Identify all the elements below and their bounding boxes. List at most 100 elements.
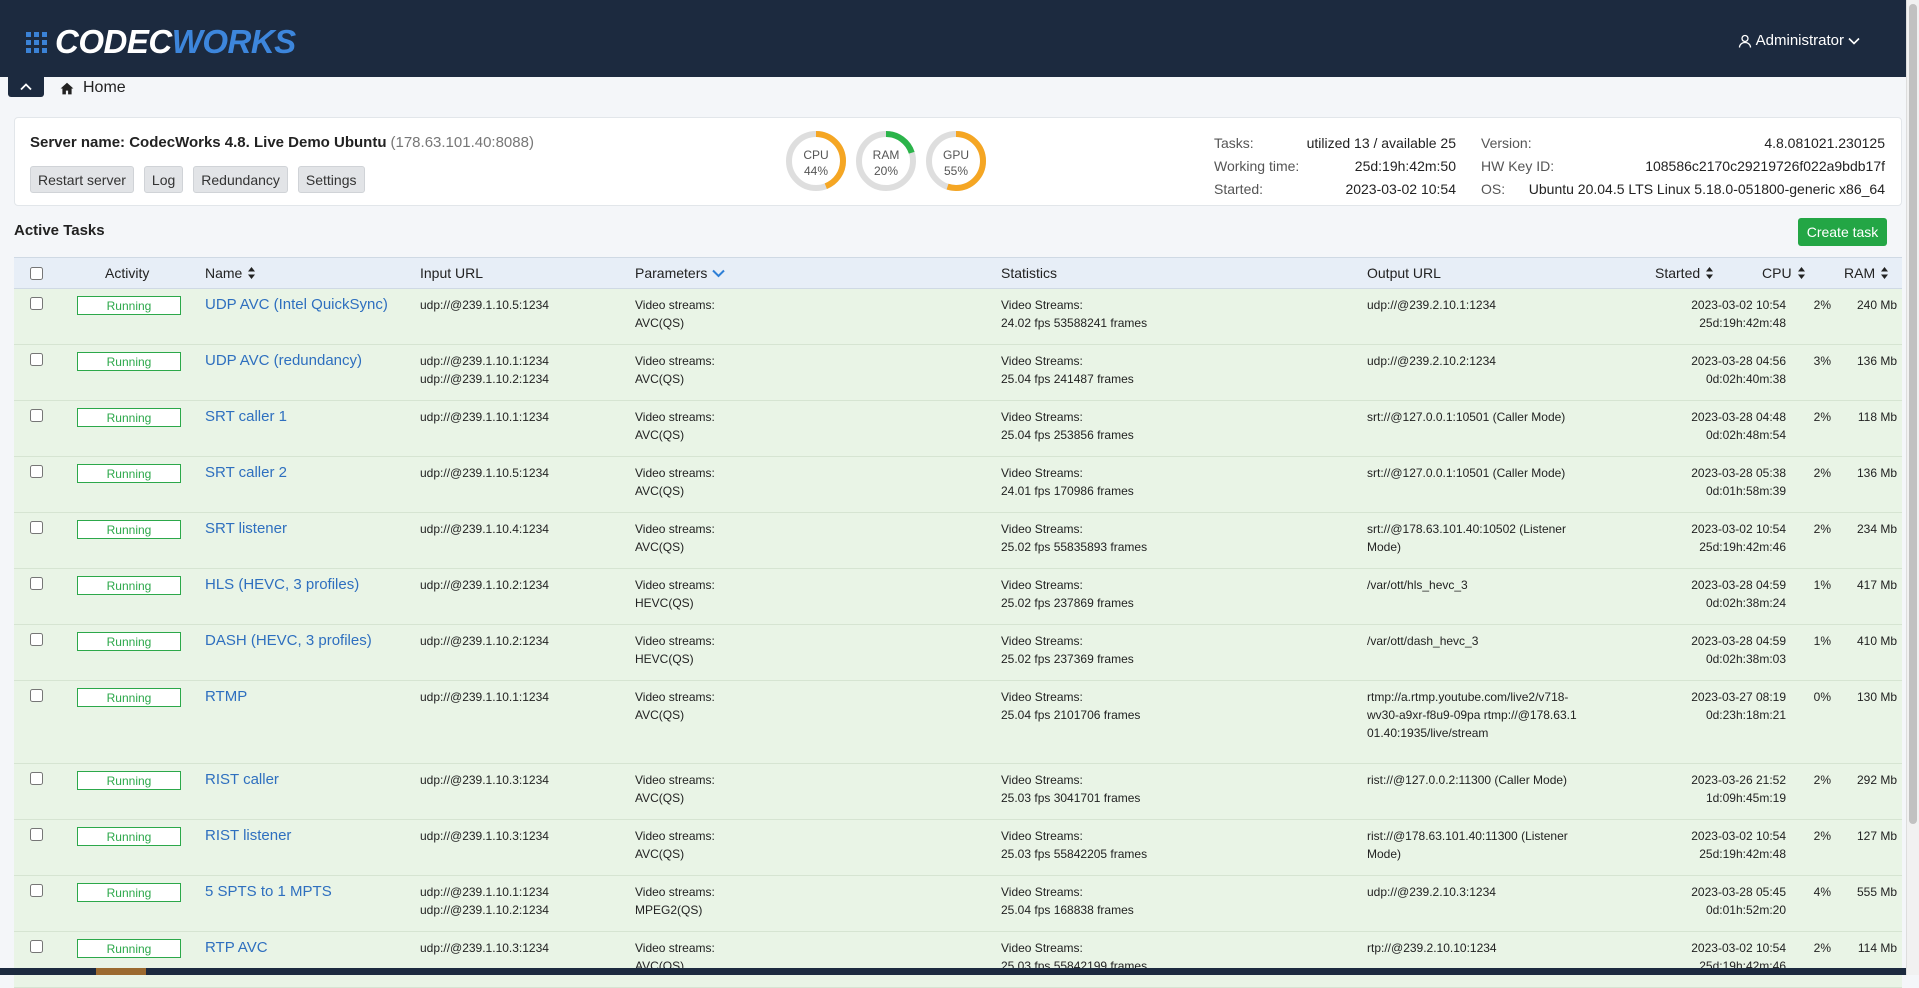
collapse-button[interactable] bbox=[8, 77, 44, 97]
task-name-link[interactable]: RIST caller bbox=[205, 771, 279, 789]
bottom-strip bbox=[0, 968, 1906, 975]
gpu-gauge: GPU 55% bbox=[924, 129, 988, 193]
table-row[interactable]: Running UDP AVC (Intel QuickSync) udp://… bbox=[14, 289, 1902, 345]
tasks-value: utilized 13 / available 25 bbox=[1306, 134, 1456, 151]
table-row[interactable]: Running RIST listener udp://@239.1.10.3:… bbox=[14, 820, 1902, 876]
table-row[interactable]: Running HLS (HEVC, 3 profiles) udp://@23… bbox=[14, 569, 1902, 625]
output-url: srt://@178.63.101.40:10502 (Listener Mod… bbox=[1367, 522, 1566, 554]
col-parameters[interactable]: Parameters bbox=[635, 258, 726, 288]
breadcrumb-home[interactable]: Home bbox=[83, 79, 126, 97]
task-name-link[interactable]: HLS (HEVC, 3 profiles) bbox=[205, 576, 359, 594]
user-menu[interactable]: Administrator bbox=[1734, 32, 1864, 49]
col-started[interactable]: Started bbox=[1655, 258, 1714, 288]
row-checkbox[interactable] bbox=[30, 353, 43, 366]
row-checkbox[interactable] bbox=[30, 828, 43, 841]
row-checkbox[interactable] bbox=[30, 577, 43, 590]
row-checkbox[interactable] bbox=[30, 521, 43, 534]
row-checkbox[interactable] bbox=[30, 633, 43, 646]
table-row[interactable]: Running SRT caller 2 udp://@239.1.10.5:1… bbox=[14, 457, 1902, 513]
table-header: Activity Name Input URL Parameters Stati… bbox=[14, 257, 1902, 289]
row-checkbox[interactable] bbox=[30, 689, 43, 702]
row-checkbox[interactable] bbox=[30, 940, 43, 953]
stat-label: Video Streams: bbox=[1001, 885, 1083, 899]
status-badge: Running bbox=[77, 939, 181, 958]
codec-value: AVC(QS) bbox=[635, 540, 685, 554]
row-checkbox[interactable] bbox=[30, 772, 43, 785]
col-name[interactable]: Name bbox=[205, 258, 256, 288]
col-ram[interactable]: RAM bbox=[1844, 258, 1889, 288]
task-name-link[interactable]: 5 SPTS to 1 MPTS bbox=[205, 883, 332, 901]
uptime: 0d:02h:40m:38 bbox=[1705, 372, 1786, 386]
col-cpu[interactable]: CPU bbox=[1762, 258, 1806, 288]
table-row[interactable]: Running 5 SPTS to 1 MPTS udp://@239.1.10… bbox=[14, 876, 1902, 932]
table-row[interactable]: Running RTP AVC udp://@239.1.10.3:1234 V… bbox=[14, 932, 1902, 988]
version-value: 4.8.081021.230125 bbox=[1764, 134, 1885, 151]
task-name-link[interactable]: RTP AVC bbox=[205, 939, 268, 957]
stat-label: Video Streams: bbox=[1001, 829, 1083, 843]
ram-usage: 127 Mb bbox=[1856, 829, 1897, 843]
cpu-usage: 2% bbox=[1813, 410, 1831, 424]
task-name-link[interactable]: RTMP bbox=[205, 688, 247, 706]
log-button[interactable]: Log bbox=[143, 166, 184, 193]
output-url: udp://@239.2.10.2:1234 bbox=[1367, 354, 1496, 368]
statistics-cell: Video Streams: 25.02 fps 237869 frames bbox=[1001, 576, 1134, 612]
task-name-link[interactable]: SRT caller 2 bbox=[205, 464, 287, 482]
status-badge: Running bbox=[77, 883, 181, 902]
row-checkbox[interactable] bbox=[30, 465, 43, 478]
row-checkbox[interactable] bbox=[30, 297, 43, 310]
table-row[interactable]: Running RIST caller udp://@239.1.10.3:12… bbox=[14, 764, 1902, 820]
statistics-cell: Video Streams: 24.01 fps 170986 frames bbox=[1001, 464, 1134, 500]
task-name-link[interactable]: DASH (HEVC, 3 profiles) bbox=[205, 632, 372, 650]
param-label: Video streams: bbox=[635, 885, 715, 899]
input-urls: udp://@239.1.10.1:1234 bbox=[420, 408, 549, 426]
task-name-link[interactable]: SRT caller 1 bbox=[205, 408, 287, 426]
stat-value: 25.02 fps 237369 frames bbox=[1001, 652, 1134, 666]
uptime: 0d:02h:48m:54 bbox=[1705, 428, 1786, 442]
parameters-cell: Video streams: AVC(QS) bbox=[635, 688, 715, 724]
statistics-cell: Video Streams: 24.02 fps 53588241 frames bbox=[1001, 296, 1147, 332]
settings-button[interactable]: Settings bbox=[297, 166, 365, 193]
sort-icon bbox=[1706, 267, 1714, 279]
task-name-link[interactable]: UDP AVC (redundancy) bbox=[205, 352, 362, 370]
row-checkbox[interactable] bbox=[30, 409, 43, 422]
uptime: 0d:23h:18m:21 bbox=[1705, 708, 1786, 722]
ram-usage: 118 Mb bbox=[1857, 410, 1897, 424]
output-url: rist://@178.63.101.40:11300 (Listener Mo… bbox=[1367, 829, 1568, 861]
table-row[interactable]: Running SRT listener udp://@239.1.10.4:1… bbox=[14, 513, 1902, 569]
hwkey-value: 108586c2170c29219726f022a9bdb17f bbox=[1645, 157, 1885, 174]
table-row[interactable]: Running RTMP udp://@239.1.10.1:1234 Vide… bbox=[14, 681, 1902, 764]
redundancy-button[interactable]: Redundancy bbox=[193, 166, 288, 193]
ram-usage: 114 Mb bbox=[1857, 941, 1897, 955]
output-url: udp://@239.2.10.1:1234 bbox=[1367, 298, 1496, 312]
create-task-button[interactable]: Create task bbox=[1798, 218, 1887, 246]
table-row[interactable]: Running DASH (HEVC, 3 profiles) udp://@2… bbox=[14, 625, 1902, 681]
brand-logo[interactable]: CODECWORKS bbox=[26, 24, 296, 60]
table-row[interactable]: Running UDP AVC (redundancy) udp://@239.… bbox=[14, 345, 1902, 401]
task-name-link[interactable]: RIST listener bbox=[205, 827, 291, 845]
stat-label: Video Streams: bbox=[1001, 773, 1083, 787]
status-badge: Running bbox=[77, 520, 181, 539]
top-bar: CODECWORKS Administrator bbox=[0, 0, 1906, 77]
row-checkbox[interactable] bbox=[30, 884, 43, 897]
output-url: udp://@239.2.10.3:1234 bbox=[1367, 885, 1496, 899]
vertical-scrollbar[interactable] bbox=[1906, 0, 1919, 975]
started-cell: 2023-03-26 21:52 1d:09h:45m:19 bbox=[1691, 771, 1786, 807]
input-urls: udp://@239.1.10.1:1234 udp://@239.1.10.2:… bbox=[420, 883, 549, 919]
param-label: Video streams: bbox=[635, 773, 715, 787]
stat-value: 25.02 fps 55835893 frames bbox=[1001, 540, 1148, 554]
status-badge: Running bbox=[77, 352, 181, 371]
select-all-checkbox[interactable] bbox=[30, 267, 43, 280]
scrollbar-thumb[interactable] bbox=[1909, 4, 1917, 824]
task-name-link[interactable]: UDP AVC (Intel QuickSync) bbox=[205, 296, 388, 314]
status-badge: Running bbox=[77, 827, 181, 846]
input-url: udp://@239.1.10.3:1234 bbox=[420, 773, 549, 787]
input-url: udp://@239.1.10.3:1234 bbox=[420, 829, 549, 843]
statistics-cell: Video Streams: 25.02 fps 55835893 frames bbox=[1001, 520, 1147, 556]
restart-server-button[interactable]: Restart server bbox=[30, 166, 134, 193]
output-url: /var/ott/dash_hevc_3 bbox=[1367, 634, 1479, 648]
task-name-link[interactable]: SRT listener bbox=[205, 520, 287, 538]
logo-grid-icon bbox=[26, 31, 47, 53]
chevron-up-icon bbox=[20, 83, 32, 91]
table-row[interactable]: Running SRT caller 1 udp://@239.1.10.1:1… bbox=[14, 401, 1902, 457]
started-cell: 2023-03-28 04:59 0d:02h:38m:24 bbox=[1691, 576, 1786, 612]
